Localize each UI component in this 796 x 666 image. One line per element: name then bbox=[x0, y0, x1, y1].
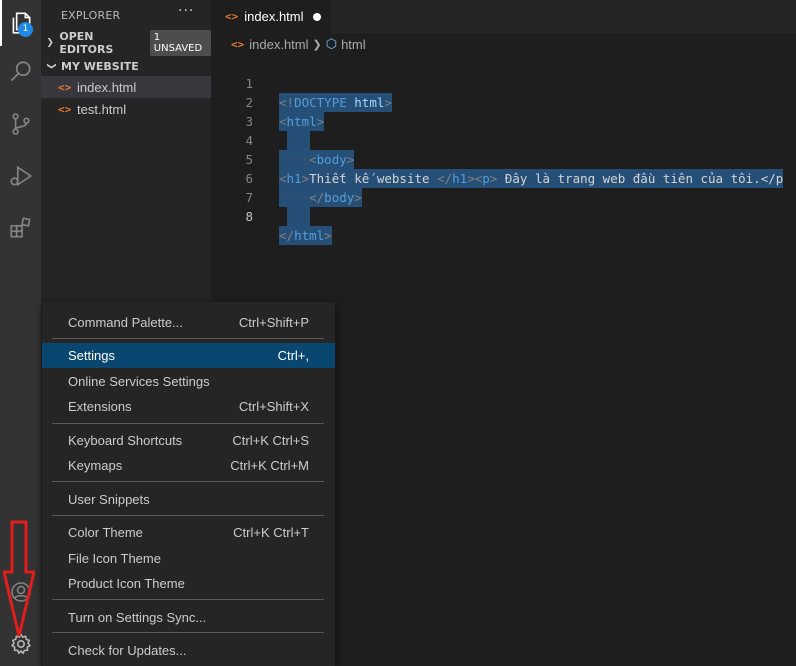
menu-item-check-updates[interactable]: Check for Updates... bbox=[42, 638, 335, 663]
menu-item-extensions[interactable]: Extensions Ctrl+Shift+X bbox=[42, 394, 335, 419]
menu-item-shortcut: Ctrl+, bbox=[277, 348, 309, 363]
code-line: 4 ····<body> bbox=[211, 112, 796, 169]
code-line: 2 <html> bbox=[211, 74, 796, 131]
breadcrumb-symbol[interactable]: html bbox=[341, 37, 366, 52]
menu-separator bbox=[52, 423, 324, 424]
breadcrumb: <> index.html ❯ ⬡ html bbox=[211, 33, 796, 55]
chevron-right-icon: ❯ bbox=[312, 38, 322, 51]
menu-item-label: Settings bbox=[68, 348, 115, 363]
folder-section[interactable]: ❯ MY WEBSITE bbox=[41, 55, 211, 77]
tab-index-html[interactable]: <> index.html bbox=[211, 0, 331, 33]
extensions-icon bbox=[9, 217, 31, 238]
tab-label: index.html bbox=[244, 9, 304, 24]
menu-item-shortcut: Ctrl+K Ctrl+S bbox=[232, 433, 309, 448]
extensions-view-button[interactable] bbox=[0, 205, 41, 251]
active-view-indicator bbox=[0, 0, 2, 46]
breadcrumb-file[interactable]: index.html bbox=[249, 37, 308, 52]
menu-item-shortcut: Ctrl+Shift+X bbox=[238, 399, 309, 414]
folder-label: MY WEBSITE bbox=[61, 59, 139, 73]
chevron-right-icon: ❯ bbox=[46, 38, 54, 48]
code-line: 6 ····</body> bbox=[211, 150, 796, 207]
line-content: </html> bbox=[279, 226, 332, 245]
file-item-test[interactable]: <> test.html bbox=[41, 98, 211, 120]
menu-item-label: Turn on Settings Sync... bbox=[68, 610, 207, 625]
run-debug-icon bbox=[9, 165, 32, 187]
manage-menu: Command Palette... Ctrl+Shift+P Settings… bbox=[42, 302, 335, 666]
file-name: test.html bbox=[77, 101, 127, 117]
editor-tabs: <> index.html bbox=[211, 0, 796, 33]
source-control-icon bbox=[11, 113, 30, 135]
menu-item-keymaps[interactable]: Keymaps Ctrl+K Ctrl+M bbox=[42, 453, 335, 478]
menu-item-label: Keymaps bbox=[68, 458, 123, 473]
html-file-icon: <> bbox=[58, 80, 72, 94]
code-line: 5 <h1>Thiết kế website </h1><p> Đây là t… bbox=[211, 131, 796, 188]
code-line: 3 bbox=[211, 93, 796, 150]
open-editors-label: OPEN EDITORS bbox=[59, 30, 114, 56]
code-line: 8 </html> bbox=[211, 188, 796, 245]
menu-item-file-icon-theme[interactable]: File Icon Theme bbox=[42, 546, 335, 571]
unsaved-badge: 1 UNSAVED bbox=[149, 30, 211, 56]
menu-separator bbox=[52, 338, 324, 339]
explorer-badge: 1 bbox=[18, 22, 33, 37]
menu-item-settings-sync[interactable]: Turn on Settings Sync... bbox=[42, 605, 335, 630]
menu-separator bbox=[52, 599, 324, 600]
menu-item-shortcut: Ctrl+Shift+P bbox=[238, 315, 309, 330]
menu-item-label: Product Icon Theme bbox=[68, 576, 185, 591]
symbol-element-icon: ⬡ bbox=[325, 36, 338, 51]
menu-item-keyboard-shortcuts[interactable]: Keyboard Shortcuts Ctrl+K Ctrl+S bbox=[42, 428, 335, 453]
menu-separator bbox=[52, 515, 324, 516]
menu-separator bbox=[52, 632, 324, 633]
sidebar-title: EXPLORER bbox=[61, 9, 121, 22]
menu-item-label: Check for Updates... bbox=[68, 643, 187, 658]
menu-item-online-services-settings[interactable]: Online Services Settings bbox=[42, 369, 335, 394]
menu-item-command-palette[interactable]: Command Palette... Ctrl+Shift+P bbox=[42, 310, 335, 335]
menu-item-label: Extensions bbox=[68, 399, 132, 414]
search-icon bbox=[10, 61, 31, 82]
code-line: 1 <!DOCTYPE html> bbox=[211, 55, 796, 112]
menu-item-shortcut: Ctrl+K Ctrl+M bbox=[230, 458, 309, 473]
menu-item-label: User Snippets bbox=[68, 492, 150, 507]
run-debug-view-button[interactable] bbox=[0, 153, 41, 199]
file-item-index[interactable]: <> index.html bbox=[41, 76, 211, 98]
search-view-button[interactable] bbox=[0, 49, 41, 95]
menu-item-user-snippets[interactable]: User Snippets bbox=[42, 487, 335, 512]
menu-item-color-theme[interactable]: Color Theme Ctrl+K Ctrl+T bbox=[42, 520, 335, 545]
menu-item-settings[interactable]: Settings Ctrl+, bbox=[42, 343, 335, 368]
unsaved-dot-icon[interactable] bbox=[312, 12, 321, 21]
menu-item-shortcut: Ctrl+K Ctrl+T bbox=[233, 525, 309, 540]
line-content bbox=[287, 207, 310, 226]
open-editors-section[interactable]: ❯ OPEN EDITORS 1 UNSAVED bbox=[41, 30, 211, 56]
html-file-icon: <> bbox=[225, 10, 239, 23]
menu-item-label: File Icon Theme bbox=[68, 551, 161, 566]
menu-item-product-icon-theme[interactable]: Product Icon Theme bbox=[42, 571, 335, 596]
line-number: 8 bbox=[245, 209, 253, 224]
chevron-down-icon: ❯ bbox=[46, 62, 56, 70]
menu-item-label: Online Services Settings bbox=[68, 374, 210, 389]
more-actions-icon[interactable]: ··· bbox=[178, 3, 194, 19]
menu-separator bbox=[52, 481, 324, 482]
code-line: 7 bbox=[211, 169, 796, 226]
file-name: index.html bbox=[77, 79, 137, 95]
menu-item-label: Color Theme bbox=[68, 525, 143, 540]
red-arrow-annotation-icon bbox=[3, 520, 35, 637]
html-file-icon: <> bbox=[58, 102, 72, 116]
html-file-icon: <> bbox=[231, 37, 245, 51]
menu-item-label: Keyboard Shortcuts bbox=[68, 433, 183, 448]
explorer-view-button[interactable]: 1 bbox=[0, 0, 41, 46]
source-control-view-button[interactable] bbox=[0, 101, 41, 147]
menu-item-label: Command Palette... bbox=[68, 315, 183, 330]
